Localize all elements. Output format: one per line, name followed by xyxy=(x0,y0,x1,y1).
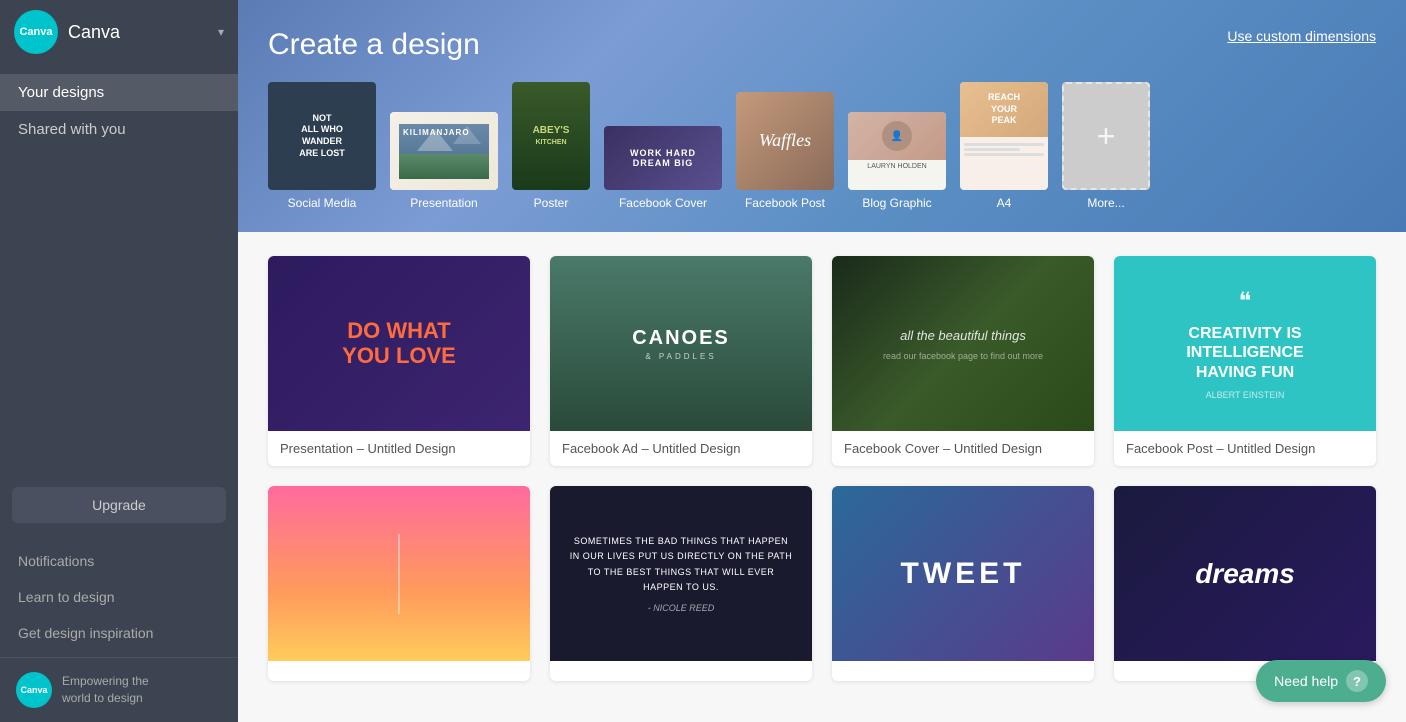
design-label-1: Presentation – Untitled Design xyxy=(268,431,530,466)
design-card-5[interactable] xyxy=(268,486,530,681)
chevron-down-icon[interactable]: ▾ xyxy=(218,25,224,39)
sidebar-header: Canva Canva ▾ xyxy=(0,0,238,64)
custom-dimensions-button[interactable]: Use custom dimensions xyxy=(1227,28,1376,44)
design-thumb-2: CANOES & PADDLES xyxy=(550,256,812,431)
design-label-4: Facebook Post – Untitled Design xyxy=(1114,431,1376,466)
design-thumb-7: TWEET xyxy=(832,486,1094,661)
sidebar-item-learn-to-design[interactable]: Learn to design xyxy=(0,579,238,615)
upgrade-button[interactable]: Upgrade xyxy=(12,487,226,523)
design-thumb-6: SOMETIMES THE BAD THINGS THAT HAPPEN IN … xyxy=(550,486,812,661)
design-card-2[interactable]: CANOES & PADDLES Facebook Ad – Untitled … xyxy=(550,256,812,466)
design-card-6[interactable]: SOMETIMES THE BAD THINGS THAT HAPPEN IN … xyxy=(550,486,812,681)
sidebar-footer: Canva Empowering the world to design xyxy=(0,657,238,722)
need-help-label: Need help xyxy=(1274,673,1338,689)
footer-logo: Canva xyxy=(16,672,52,708)
more-plus-icon: + xyxy=(1097,118,1116,155)
templates-row: NOTALL WHOWANDERARE LOST Social Media KI… xyxy=(268,82,1376,210)
design-label-2: Facebook Ad – Untitled Design xyxy=(550,431,812,466)
nav-section: Your designs Shared with you xyxy=(0,64,238,473)
footer-text: Empowering the world to design xyxy=(62,673,149,707)
designs-area: DO WHAT YOU LOVE Presentation – Untitled… xyxy=(238,232,1406,722)
design-thumb-3: all the beautiful things read our facebo… xyxy=(832,256,1094,431)
template-presentation[interactable]: KILIMANJARO Presentation xyxy=(390,112,498,210)
template-blog-graphic[interactable]: 👤 LAURYN HOLDEN Blog Graphic xyxy=(848,112,946,210)
designs-grid: DO WHAT YOU LOVE Presentation – Untitled… xyxy=(268,256,1376,681)
sidebar-item-get-design-inspiration[interactable]: Get design inspiration xyxy=(0,615,238,651)
design-card-8[interactable]: dreams xyxy=(1114,486,1376,681)
sidebar-item-shared-with-you[interactable]: Shared with you xyxy=(0,111,238,148)
design-thumb-5 xyxy=(268,486,530,661)
design-thumb-1: DO WHAT YOU LOVE xyxy=(268,256,530,431)
template-social-media[interactable]: NOTALL WHOWANDERARE LOST Social Media xyxy=(268,82,376,210)
page-title: Create a design xyxy=(268,28,1376,62)
design-label-5 xyxy=(268,661,530,681)
design-card-4[interactable]: ❝ CREATIVITY IS INTELLIGENCE HAVING FUN … xyxy=(1114,256,1376,466)
template-facebook-cover[interactable]: WORK HARDDREAM BIG Facebook Cover xyxy=(604,126,722,210)
design-label-7 xyxy=(832,661,1094,681)
design-card-1[interactable]: DO WHAT YOU LOVE Presentation – Untitled… xyxy=(268,256,530,466)
need-help-button[interactable]: Need help ? xyxy=(1256,660,1386,702)
template-poster[interactable]: ABEY'SKITCHEN Poster xyxy=(512,82,590,210)
canva-logo-text: Canva xyxy=(19,26,52,38)
sidebar-item-notifications[interactable]: Notifications xyxy=(0,543,238,579)
brand-name: Canva xyxy=(68,22,208,43)
template-a4[interactable]: REACHYOURPEAK A4 xyxy=(960,82,1048,210)
template-facebook-post[interactable]: Waffles Facebook Post xyxy=(736,92,834,210)
template-more[interactable]: + More... xyxy=(1062,82,1150,210)
main-content: Create a design Use custom dimensions NO… xyxy=(238,0,1406,722)
sidebar: Canva Canva ▾ Your designs Shared with y… xyxy=(0,0,238,722)
sidebar-item-your-designs[interactable]: Your designs xyxy=(0,74,238,111)
design-thumb-8: dreams xyxy=(1114,486,1376,661)
design-thumb-4: ❝ CREATIVITY IS INTELLIGENCE HAVING FUN … xyxy=(1114,256,1376,431)
header-area: Create a design Use custom dimensions NO… xyxy=(238,0,1406,232)
design-card-7[interactable]: TWEET xyxy=(832,486,1094,681)
design-label-6 xyxy=(550,661,812,681)
bottom-nav: Notifications Learn to design Get design… xyxy=(0,537,238,657)
design-card-3[interactable]: all the beautiful things read our facebo… xyxy=(832,256,1094,466)
help-icon: ? xyxy=(1346,670,1368,692)
design-label-3: Facebook Cover – Untitled Design xyxy=(832,431,1094,466)
canva-logo[interactable]: Canva xyxy=(14,10,58,54)
